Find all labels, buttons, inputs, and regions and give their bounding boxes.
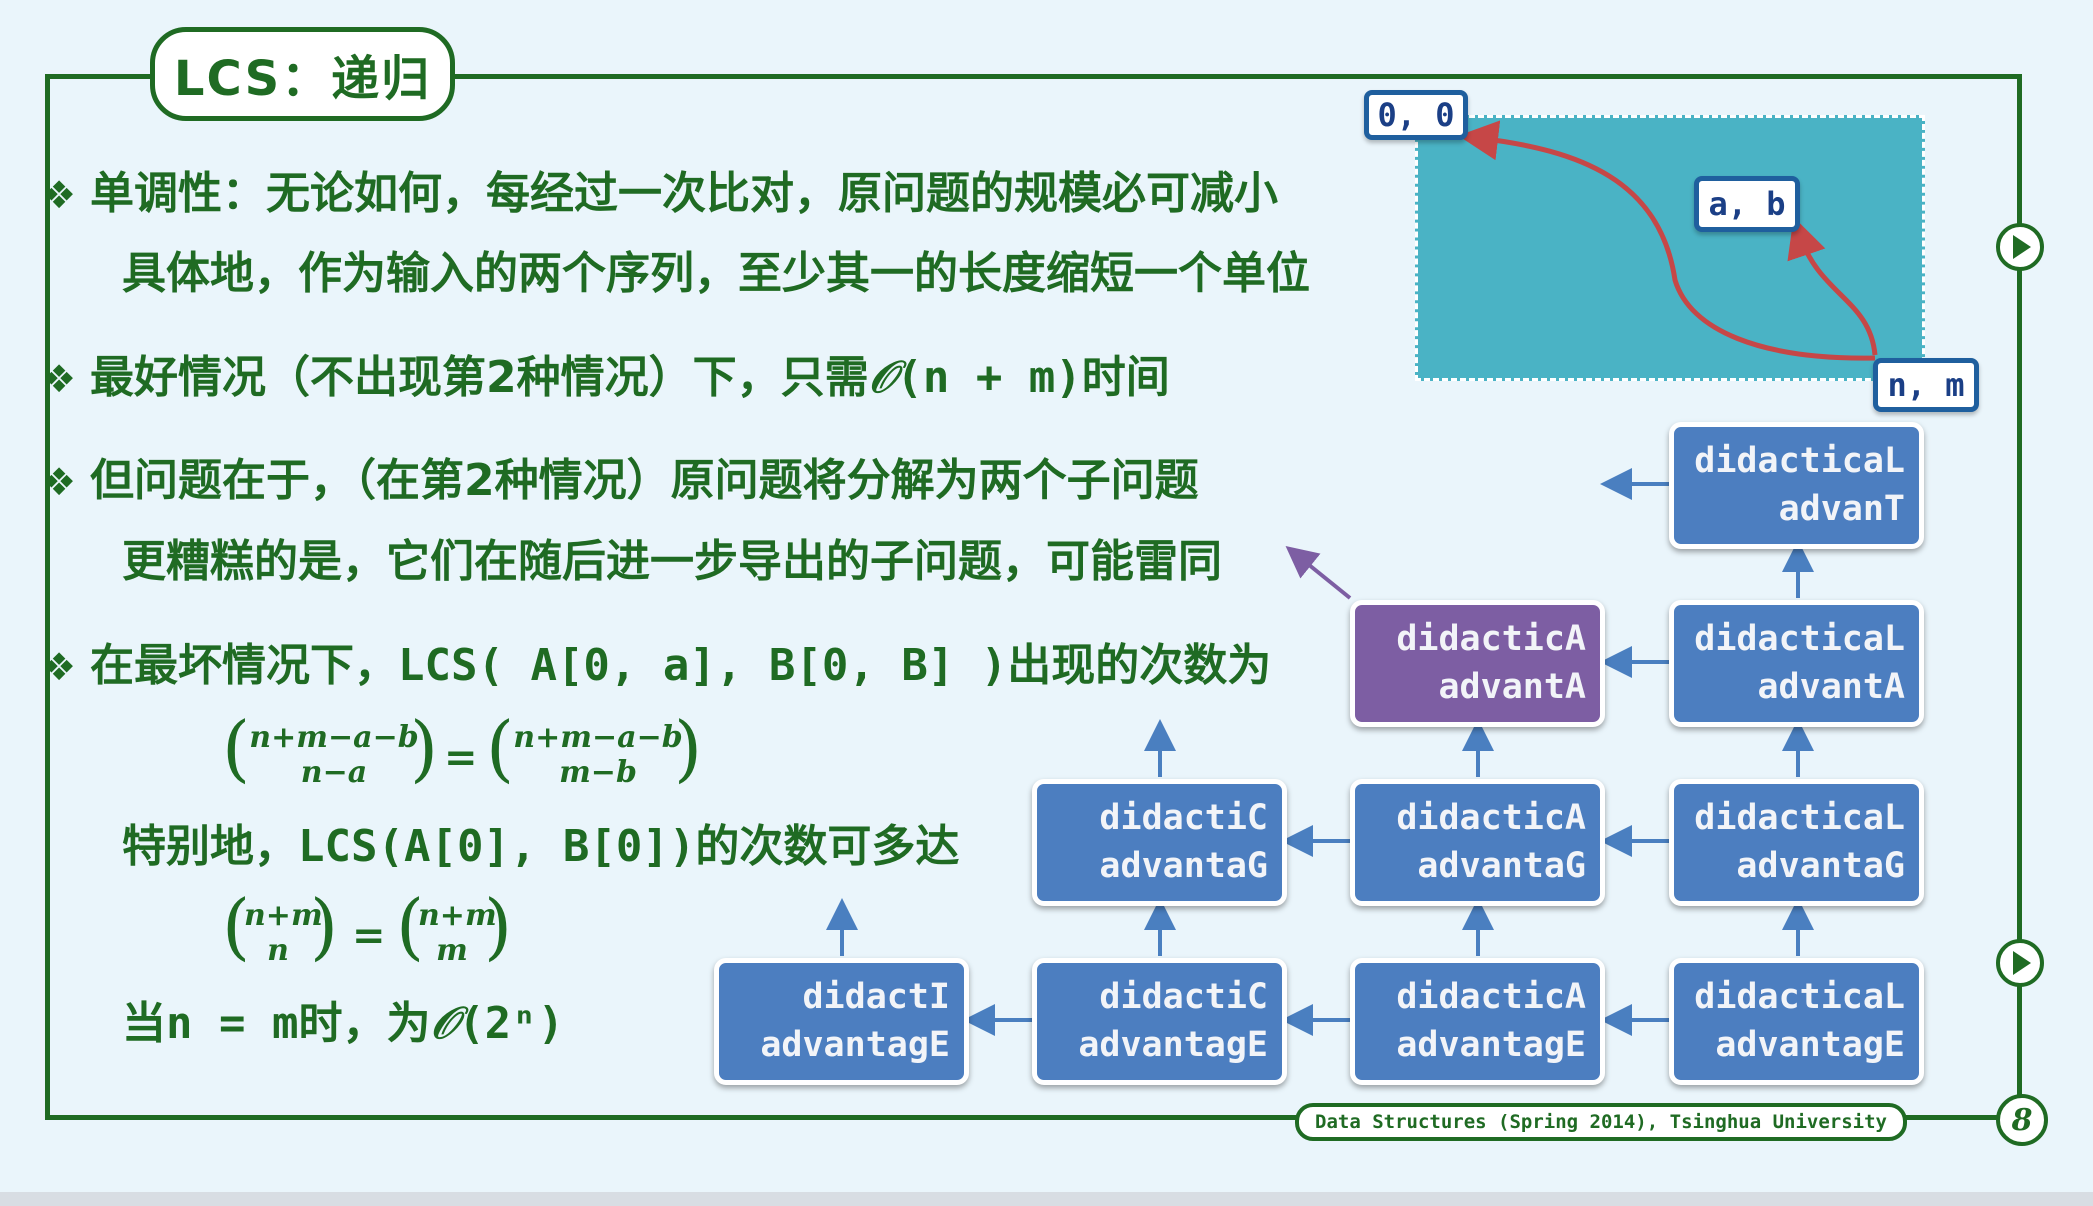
path-end-to-origin	[1458, 120, 1876, 361]
page-number: 8	[1996, 1094, 2048, 1146]
node-r4c4: didacticaL advantagE	[1669, 958, 1924, 1085]
next-slide-play-icon[interactable]	[1995, 222, 2045, 272]
node-r3c3: didacticA advantaG	[1350, 779, 1605, 906]
node-r1c4: didacticaL advanT	[1669, 422, 1924, 549]
node-r3c4: didacticaL advantaG	[1669, 779, 1924, 906]
node-r4c1: didactI advantagE	[714, 958, 969, 1085]
label-nm: n, m	[1873, 358, 1979, 412]
node-r4c2: didactiC advantagE	[1032, 958, 1287, 1085]
label-ab: a, b	[1694, 176, 1800, 232]
footer-course-label: Data Structures (Spring 2014), Tsinghua …	[1295, 1103, 1907, 1141]
node-r2c3-highlighted: didacticA advantA	[1350, 600, 1605, 727]
node-r3c2: didactiC advantaG	[1032, 779, 1287, 906]
label-origin: 0, 0	[1364, 90, 1468, 140]
node-r4c3: didacticA advantagE	[1350, 958, 1605, 1085]
node-r2c4: didacticaL advantA	[1669, 600, 1924, 727]
play-animation-icon[interactable]	[1995, 938, 2045, 988]
purple-arrow	[1285, 545, 1352, 600]
path-end-to-ab	[1787, 217, 1878, 356]
